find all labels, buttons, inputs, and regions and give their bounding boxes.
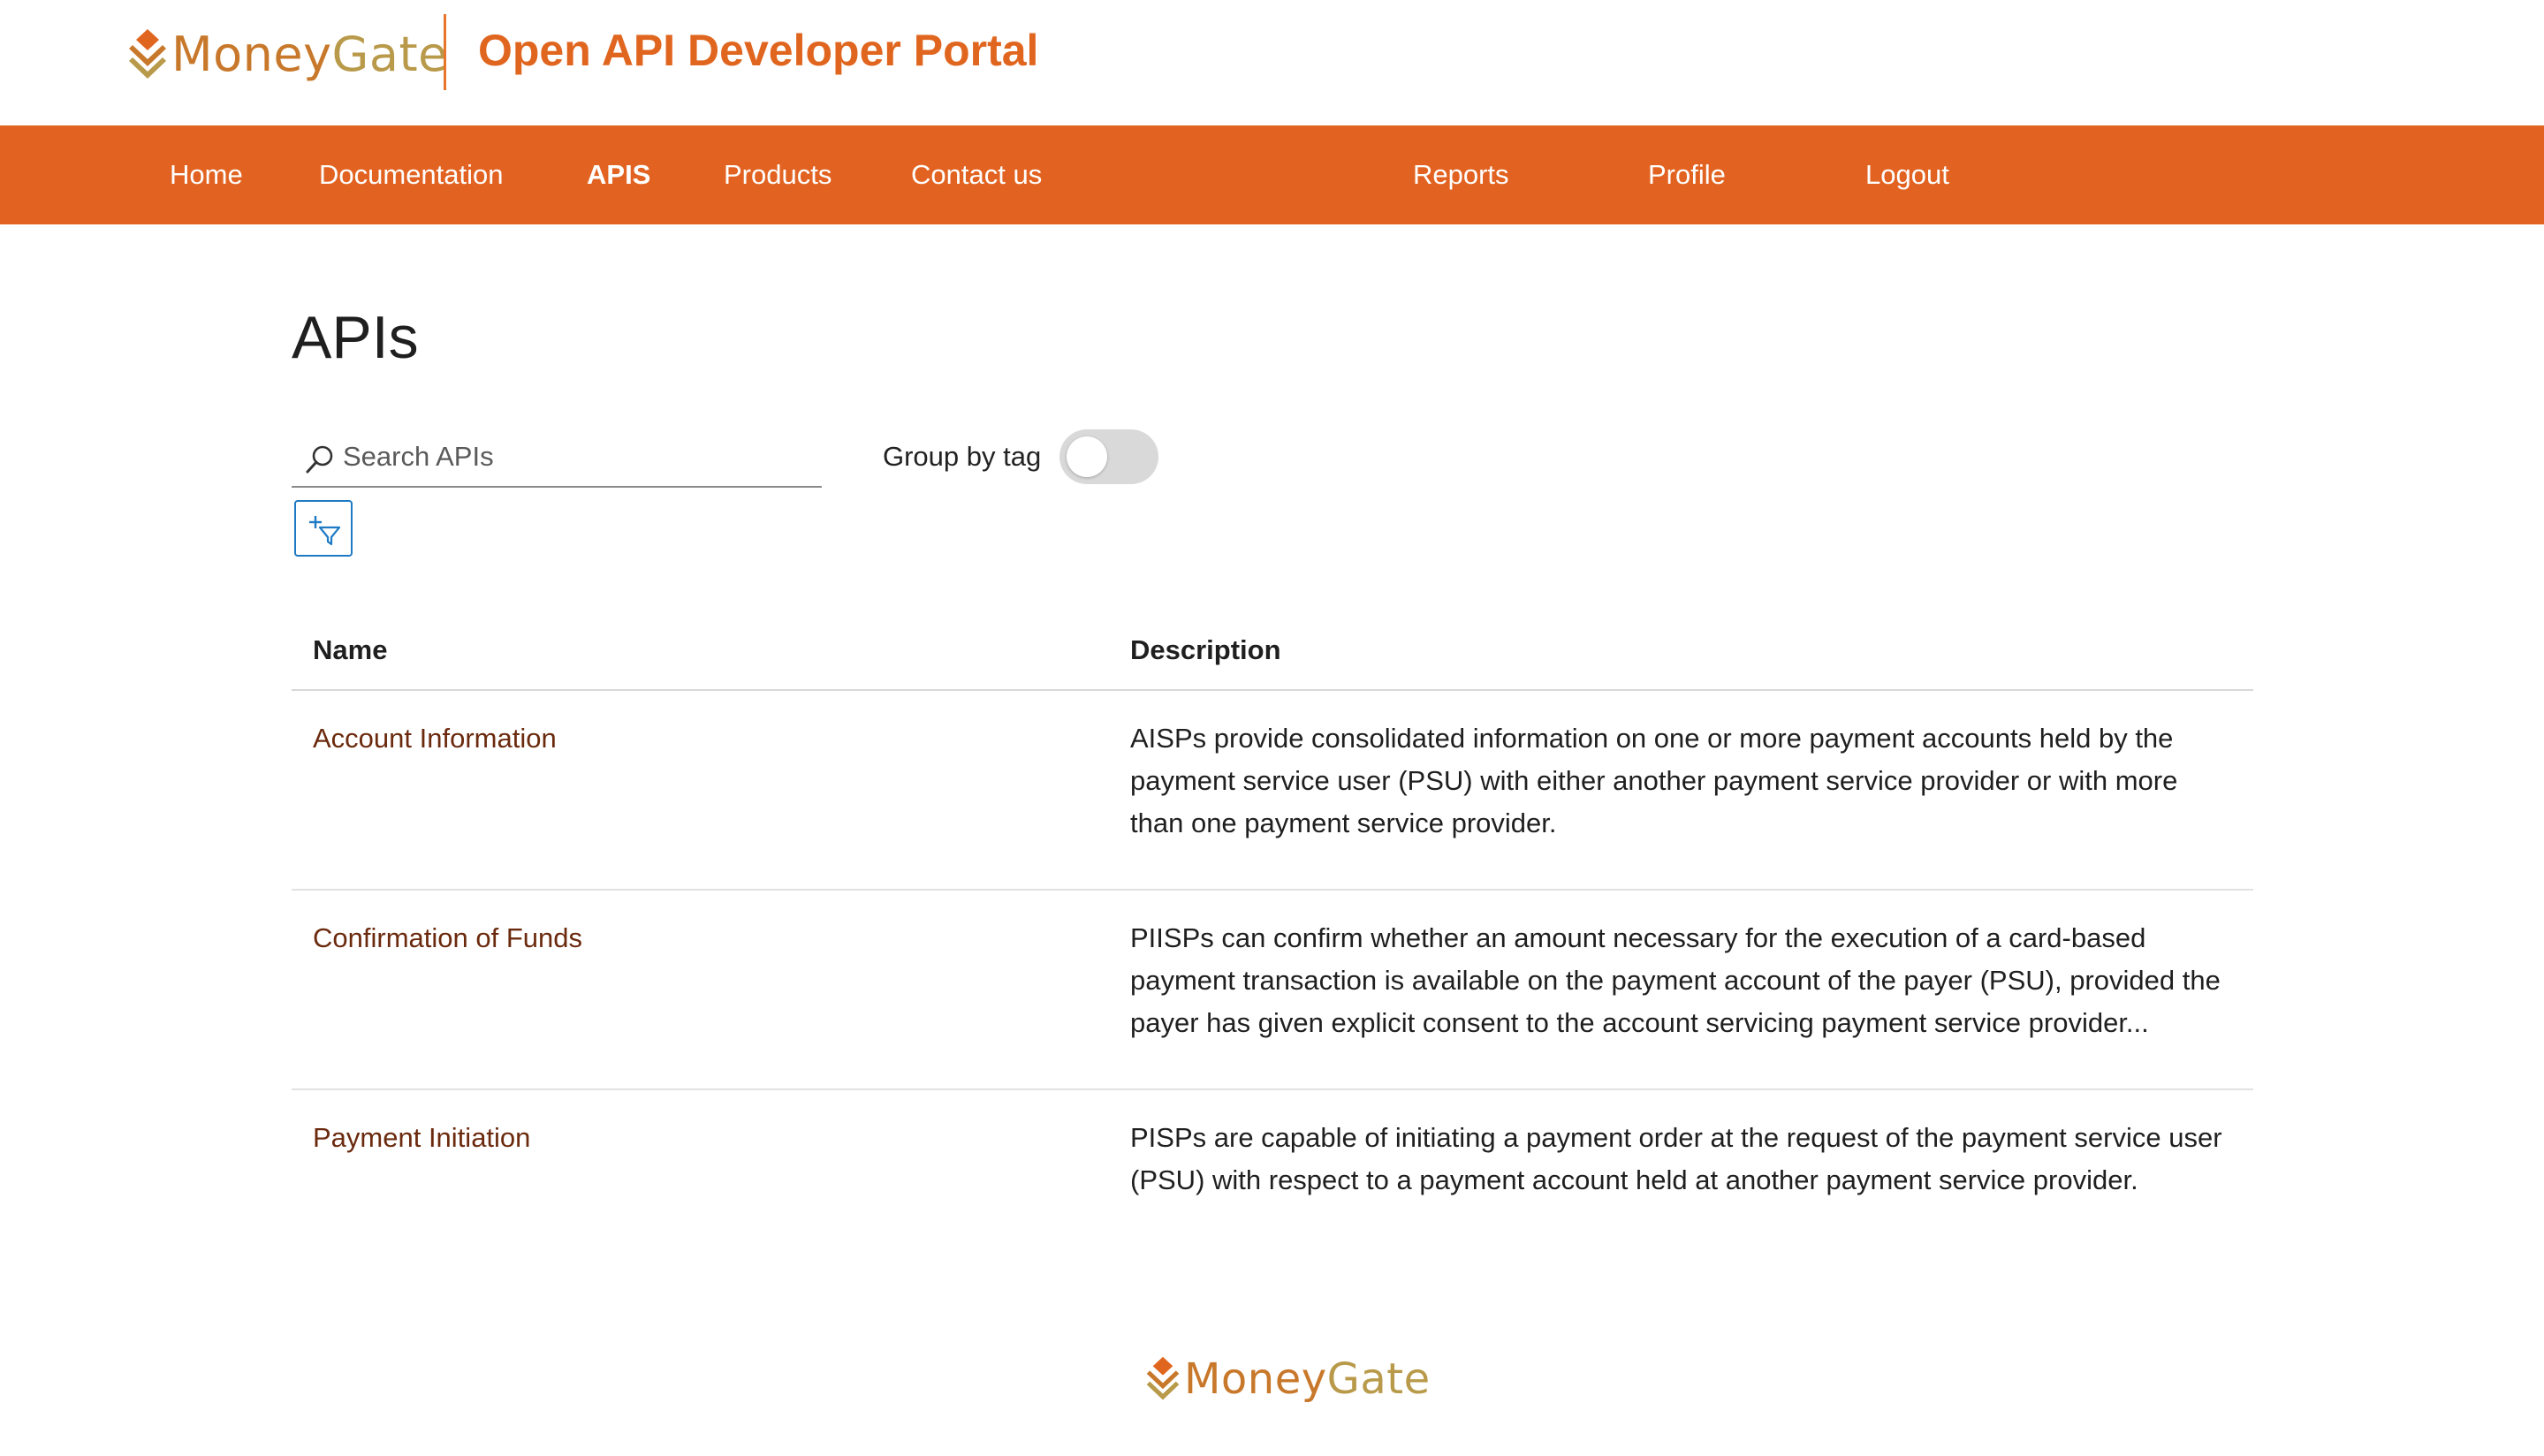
moneygate-logo[interactable]: MoneyGate xyxy=(127,19,448,90)
group-by-tag-label: Group by tag xyxy=(883,441,1042,472)
toggle-knob xyxy=(1067,436,1107,477)
api-description: PISPs are capable of initiating a paymen… xyxy=(1130,1122,2222,1195)
search-input[interactable] xyxy=(343,435,811,479)
table-row: Payment Initiation PISPs are capable of … xyxy=(292,1090,2253,1290)
nav-home[interactable]: Home xyxy=(170,125,243,224)
table-row: Confirmation of Funds PIISPs can confirm… xyxy=(292,891,2253,1090)
site-header: MoneyGate Open API Developer Portal xyxy=(0,0,2544,125)
add-filter-button[interactable] xyxy=(294,500,353,557)
nav-contact-us[interactable]: Contact us xyxy=(911,125,1042,224)
moneygate-logo-icon xyxy=(1145,1355,1181,1403)
nav-logout[interactable]: Logout xyxy=(1865,125,1949,224)
api-link-confirmation-of-funds[interactable]: Confirmation of Funds xyxy=(313,917,582,959)
footer-logo-text: MoneyGate xyxy=(1184,1354,1431,1404)
page-title: APIs xyxy=(292,304,419,371)
moneygate-logo-text: MoneyGate xyxy=(171,27,448,82)
main-nav: Home Documentation APIS Products Contact… xyxy=(0,125,2544,224)
search-icon xyxy=(304,444,336,475)
header-divider xyxy=(444,14,446,90)
nav-reports[interactable]: Reports xyxy=(1413,125,1509,224)
column-header-name: Name xyxy=(313,634,388,665)
nav-profile[interactable]: Profile xyxy=(1648,125,1726,224)
moneygate-logo-icon xyxy=(127,27,168,82)
footer-logo: MoneyGate xyxy=(1145,1348,1431,1410)
group-by-tag-toggle[interactable] xyxy=(1059,429,1158,484)
api-link-account-information[interactable]: Account Information xyxy=(313,717,557,760)
portal-title: Open API Developer Portal xyxy=(478,26,1039,75)
nav-documentation[interactable]: Documentation xyxy=(319,125,504,224)
api-description: AISPs provide consolidated information o… xyxy=(1130,723,2178,838)
nav-apis[interactable]: APIS xyxy=(587,125,650,224)
api-description: PIISPs can confirm whether an amount nec… xyxy=(1130,922,2221,1038)
add-filter-icon xyxy=(309,516,341,546)
apis-table: Name Description Account Information AIS… xyxy=(292,601,2253,1290)
table-row: Account Information AISPs provide consol… xyxy=(292,691,2253,891)
nav-products[interactable]: Products xyxy=(724,125,832,224)
search-box xyxy=(292,426,822,488)
table-header: Name Description xyxy=(292,601,2253,691)
column-header-description: Description xyxy=(1130,634,1281,665)
api-link-payment-initiation[interactable]: Payment Initiation xyxy=(313,1117,530,1159)
